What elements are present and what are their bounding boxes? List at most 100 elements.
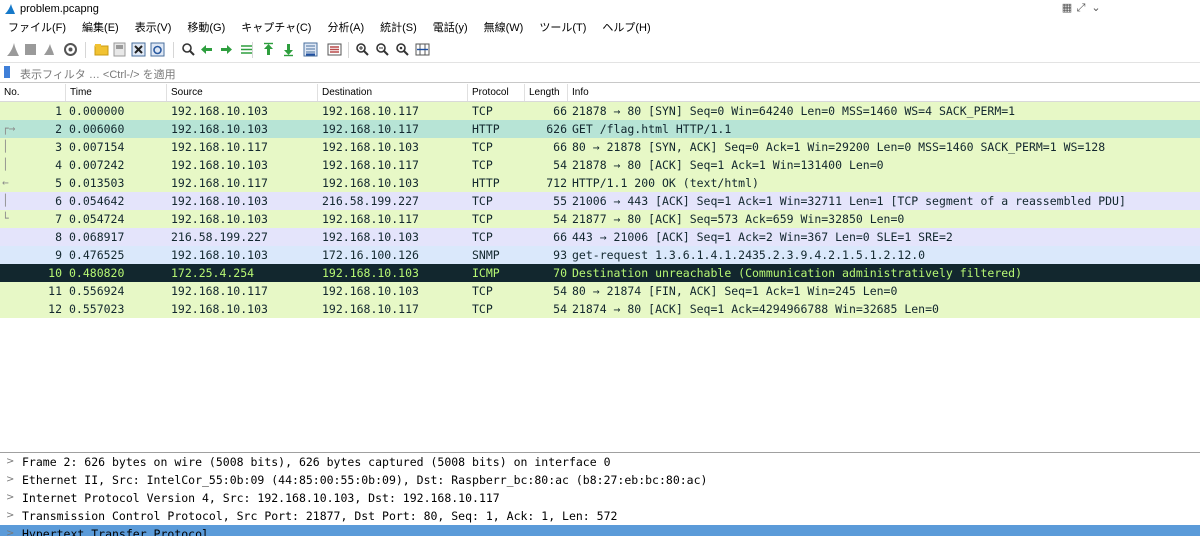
packet-proto-cell: SNMP: [472, 248, 500, 262]
column-header-source[interactable]: Source: [167, 84, 318, 101]
detail-tree-item[interactable]: > Internet Protocol Version 4, Src: 192.1…: [0, 489, 1200, 507]
toolbar-separator: [348, 42, 349, 58]
detail-tree-item[interactable]: > Frame 2: 626 bytes on wire (5008 bits),…: [0, 453, 1200, 471]
column-header-no[interactable]: No.: [0, 84, 66, 101]
restart-icon[interactable]: [40, 41, 57, 58]
save-file-icon[interactable]: [111, 41, 128, 58]
packet-no-cell: 5: [55, 176, 62, 190]
toolbar-separator: [173, 42, 174, 58]
packet-info-cell: 80 → 21878 [SYN, ACK] Seq=0 Ack=1 Win=29…: [572, 140, 1106, 154]
detail-tree-item[interactable]: > Ethernet II, Src: IntelCor_55:0b:09 (44…: [0, 471, 1200, 489]
stop-square-icon[interactable]: [22, 41, 39, 58]
packet-src-cell: 172.25.4.254: [171, 266, 255, 280]
packet-dst-cell: 192.168.10.117: [322, 158, 419, 172]
packet-no-cell: 8: [55, 230, 62, 244]
options-gear-icon[interactable]: [62, 41, 79, 58]
back-arrow-icon[interactable]: [198, 41, 215, 58]
packet-len-cell: 54: [553, 158, 567, 172]
column-header-protocol[interactable]: Protocol: [468, 84, 525, 101]
packet-src-cell: 216.58.199.227: [171, 230, 268, 244]
packet-src-cell: 192.168.10.103: [171, 122, 268, 136]
first-packet-icon[interactable]: [260, 41, 277, 58]
packet-info-cell: Destination unreachable (Communication a…: [572, 266, 1023, 280]
shark-fin-start-icon[interactable]: [4, 41, 21, 58]
autoscroll-icon[interactable]: [302, 41, 319, 58]
packet-no-cell: 1: [55, 104, 62, 118]
reload-icon[interactable]: [149, 41, 166, 58]
chevron-right-icon[interactable]: >: [6, 525, 14, 536]
bookmark-icon[interactable]: [4, 66, 10, 78]
packet-info-cell: get-request 1.3.6.1.4.1.2435.2.3.9.4.2.1…: [572, 248, 926, 262]
zoom-reset-icon[interactable]: [394, 41, 411, 58]
detail-tree-item[interactable]: > Transmission Control Protocol, Src Port…: [0, 507, 1200, 525]
packet-row[interactable]: 11 0.556924 192.168.10.117 192.168.10.103 TC…: [0, 282, 1200, 300]
chevron-right-icon[interactable]: >: [6, 507, 14, 525]
packet-time-cell: 0.557023: [69, 302, 125, 316]
packet-len-cell: 70: [553, 266, 567, 280]
menu-item-2[interactable]: 表示(V): [127, 19, 180, 38]
packet-len-cell: 712: [546, 176, 567, 190]
menu-item-8[interactable]: 無線(W): [476, 19, 532, 38]
find-icon[interactable]: [180, 41, 197, 58]
menu-item-6[interactable]: 統計(S): [372, 19, 425, 38]
column-header-info[interactable]: Info: [568, 84, 1200, 101]
packet-row[interactable]: ┌→ 2 0.006060 192.168.10.103 192.168.10.117 H…: [0, 120, 1200, 138]
packet-list[interactable]: No. Time Source Destination Protocol Len…: [0, 84, 1200, 446]
packet-dst-cell: 192.168.10.103: [322, 284, 419, 298]
packet-time-cell: 0.556924: [69, 284, 125, 298]
packet-row[interactable]: ← 5 0.013503 192.168.10.117 192.168.10.103 HT…: [0, 174, 1200, 192]
packet-src-cell: 192.168.10.103: [171, 194, 268, 208]
colorize-icon[interactable]: [326, 41, 343, 58]
packet-row[interactable]: 10 0.480820 172.25.4.254 192.168.10.103 ICMP…: [0, 264, 1200, 282]
packet-dst-cell: 192.168.10.103: [322, 140, 419, 154]
packet-time-cell: 0.054642: [69, 194, 125, 208]
packet-len-cell: 66: [553, 104, 567, 118]
packet-row[interactable]: │ 6 0.054642 192.168.10.103 216.58.199.227 TC…: [0, 192, 1200, 210]
packet-row[interactable]: 9 0.476525 192.168.10.103 172.16.100.126 SNM…: [0, 246, 1200, 264]
column-header-length[interactable]: Length: [525, 84, 568, 101]
packet-proto-cell: ICMP: [472, 266, 500, 280]
grid-view-icon[interactable]: ▦: [1060, 1, 1074, 15]
packet-row[interactable]: 8 0.068917 216.58.199.227 192.168.10.103 TCP…: [0, 228, 1200, 246]
chevron-right-icon[interactable]: >: [6, 489, 14, 507]
chevron-right-icon[interactable]: >: [6, 453, 14, 471]
close-file-icon[interactable]: [130, 41, 147, 58]
packet-src-cell: 192.168.10.117: [171, 284, 268, 298]
menu-item-3[interactable]: 移動(G): [179, 19, 233, 38]
menu-item-7[interactable]: 電話(y): [425, 19, 476, 38]
packet-no-cell: 4: [55, 158, 62, 172]
menu-item-1[interactable]: 編集(E): [74, 19, 127, 38]
menu-item-5[interactable]: 分析(A): [319, 19, 372, 38]
column-header-destination[interactable]: Destination: [318, 84, 468, 101]
zoom-in-icon[interactable]: [354, 41, 371, 58]
menu-item-4[interactable]: キャプチャ(C): [233, 19, 319, 38]
packet-row[interactable]: │ 3 0.007154 192.168.10.117 192.168.10.103 TC…: [0, 138, 1200, 156]
packet-info-cell: HTTP/1.1 200 OK (text/html): [572, 176, 759, 190]
column-header-time[interactable]: Time: [66, 84, 167, 101]
zoom-out-icon[interactable]: [374, 41, 391, 58]
menu-item-0[interactable]: ファイル(F): [0, 19, 74, 38]
detail-tree-item[interactable]: > Hypertext Transfer Protocol: [0, 525, 1200, 536]
packet-row[interactable]: └ 7 0.054724 192.168.10.103 192.168.10.117 TC…: [0, 210, 1200, 228]
last-packet-icon[interactable]: [280, 41, 297, 58]
packet-row[interactable]: 1 0.000000 192.168.10.103 192.168.10.117 TCP…: [0, 102, 1200, 120]
packet-time-cell: 0.480820: [69, 266, 125, 280]
packet-row[interactable]: │ 4 0.007242 192.168.10.103 192.168.10.117 TC…: [0, 156, 1200, 174]
packet-no-cell: 3: [55, 140, 62, 154]
resize-columns-icon[interactable]: [414, 41, 431, 58]
chevron-right-icon[interactable]: >: [6, 471, 14, 489]
chevron-down-icon[interactable]: ⌄: [1088, 1, 1104, 15]
packet-proto-cell: TCP: [472, 158, 493, 172]
packet-row[interactable]: 12 0.557023 192.168.10.103 192.168.10.117 TC…: [0, 300, 1200, 318]
open-folder-icon[interactable]: [93, 41, 110, 58]
packet-no-cell: 6: [55, 194, 62, 208]
display-filter-bar[interactable]: 表示フィルタ … <Ctrl-/> を適用: [0, 63, 1200, 83]
menu-item-9[interactable]: ツール(T): [531, 19, 594, 38]
resize-expand-icon[interactable]: ⤢: [1074, 1, 1088, 15]
display-filter-input[interactable]: 表示フィルタ … <Ctrl-/> を適用: [20, 66, 176, 82]
packet-info-cell: 21878 → 80 [ACK] Seq=1 Ack=1 Win=131400 …: [572, 158, 884, 172]
menu-item-10[interactable]: ヘルプ(H): [594, 19, 658, 38]
forward-arrow-icon[interactable]: [218, 41, 235, 58]
packet-len-cell: 54: [553, 284, 567, 298]
packet-proto-cell: TCP: [472, 230, 493, 244]
